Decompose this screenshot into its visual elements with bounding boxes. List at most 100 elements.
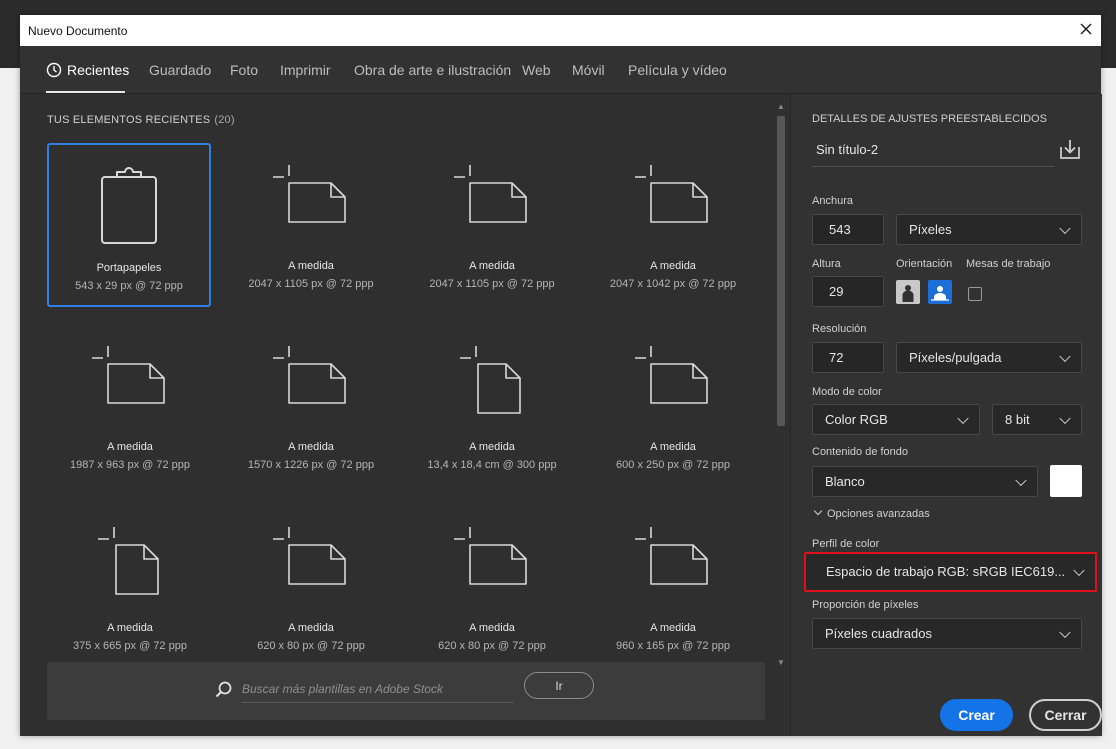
landscape-person-icon bbox=[931, 286, 949, 301]
preset-tile[interactable]: A medida 2047 x 1105 px @ 72 ppp bbox=[229, 143, 393, 307]
save-preset-icon[interactable] bbox=[1059, 138, 1081, 160]
artboards-label: Mesas de trabajo bbox=[966, 258, 1051, 270]
height-label: Altura bbox=[812, 258, 841, 270]
height-input[interactable]: 29 bbox=[812, 276, 884, 307]
landscape-doc-icon bbox=[273, 165, 346, 223]
tab-foto[interactable]: Foto bbox=[230, 62, 258, 78]
width-unit-select[interactable]: Píxeles bbox=[896, 214, 1082, 245]
tab-guardado[interactable]: Guardado bbox=[149, 62, 211, 78]
stock-search-input[interactable] bbox=[242, 676, 514, 703]
landscape-doc-icon bbox=[92, 346, 165, 404]
landscape-orientation-button[interactable] bbox=[928, 280, 952, 304]
preset-dims: 600 x 250 px @ 72 ppp bbox=[616, 459, 730, 471]
tab-obra-de-arte[interactable]: Obra de arte e ilustración bbox=[354, 62, 511, 78]
preset-tile[interactable]: Portapapeles 543 x 29 px @ 72 ppp bbox=[47, 143, 211, 307]
recent-panel: TUS ELEMENTOS RECIENTES (20) Portapapeles… bbox=[20, 94, 790, 736]
preset-dims: 543 x 29 px @ 72 ppp bbox=[75, 280, 183, 292]
chevron-down-icon bbox=[1059, 626, 1071, 638]
color-profile-select[interactable]: Espacio de trabajo RGB: sRGB IEC619... bbox=[804, 552, 1097, 592]
preset-dims: 960 x 165 px @ 72 ppp bbox=[616, 640, 730, 652]
background-select[interactable]: Blanco bbox=[812, 466, 1038, 497]
active-tab-indicator bbox=[46, 91, 125, 93]
orientation-label: Orientación bbox=[896, 258, 953, 270]
bit-depth-select[interactable]: 8 bit bbox=[992, 404, 1082, 435]
pixel-ratio-select[interactable]: Píxeles cuadrados bbox=[812, 618, 1082, 649]
preset-details-panel: DETALLES DE AJUSTES PREESTABLECIDOS Sin … bbox=[790, 94, 1102, 736]
chevron-down-icon bbox=[813, 506, 823, 516]
details-title: DETALLES DE AJUSTES PREESTABLECIDOS bbox=[812, 113, 1047, 125]
preset-dims: 1570 x 1226 px @ 72 ppp bbox=[247, 459, 375, 471]
landscape-doc-icon bbox=[635, 346, 708, 404]
advanced-options-toggle[interactable]: Opciones avanzadas bbox=[812, 506, 930, 520]
scroll-up-icon[interactable]: ▲ bbox=[777, 103, 785, 111]
landscape-doc-icon bbox=[454, 527, 527, 585]
tab-recientes[interactable]: Recientes bbox=[46, 62, 129, 78]
width-input[interactable]: 543 bbox=[812, 214, 884, 245]
preset-tile[interactable]: A medida 1987 x 963 px @ 72 ppp bbox=[48, 324, 212, 488]
landscape-doc-icon bbox=[635, 165, 708, 223]
preset-tile[interactable]: A medida 375 x 665 px @ 72 ppp bbox=[48, 505, 212, 669]
background-color-swatch[interactable] bbox=[1050, 465, 1082, 497]
tab-web[interactable]: Web bbox=[522, 62, 551, 78]
go-button[interactable]: Ir bbox=[524, 672, 594, 699]
resolution-label: Resolución bbox=[812, 323, 867, 335]
chevron-down-icon bbox=[1073, 564, 1085, 577]
color-mode-select[interactable]: Color RGB bbox=[812, 404, 980, 435]
preset-name: A medida bbox=[469, 622, 515, 634]
scroll-down-icon[interactable]: ▼ bbox=[777, 659, 785, 667]
color-mode-label: Modo de color bbox=[812, 386, 882, 398]
preset-dims: 1987 x 963 px @ 72 ppp bbox=[69, 459, 191, 471]
close-icon[interactable] bbox=[1079, 22, 1093, 36]
preset-dims: 2047 x 1042 px @ 72 ppp bbox=[609, 278, 737, 290]
tab-imprimir[interactable]: Imprimir bbox=[280, 62, 331, 78]
preset-name: Portapapeles bbox=[96, 262, 162, 274]
preset-name: A medida bbox=[107, 622, 153, 634]
preset-dims: 375 x 665 px @ 72 ppp bbox=[73, 640, 187, 652]
preset-tile[interactable]: A medida 960 x 165 px @ 72 ppp bbox=[591, 505, 755, 669]
preset-name: A medida bbox=[288, 260, 334, 272]
artboards-checkbox[interactable] bbox=[968, 287, 982, 301]
preset-dims: 13,4 x 18,4 cm @ 300 ppp bbox=[427, 459, 557, 471]
preset-tile[interactable]: A medida 2047 x 1105 px @ 72 ppp bbox=[410, 143, 574, 307]
recent-count: (20) bbox=[214, 114, 235, 126]
preset-tile[interactable]: A medida 620 x 80 px @ 72 ppp bbox=[410, 505, 574, 669]
new-document-dialog: Nuevo Documento Recientes Guardado Foto … bbox=[20, 15, 1102, 736]
recent-title: TUS ELEMENTOS RECIENTES (20) bbox=[47, 114, 235, 126]
preset-tile[interactable]: A medida 620 x 80 px @ 72 ppp bbox=[229, 505, 393, 669]
close-button[interactable]: Cerrar bbox=[1029, 699, 1102, 731]
portrait-orientation-button[interactable] bbox=[896, 280, 920, 304]
portrait-doc-icon bbox=[98, 527, 159, 595]
preset-dims: 620 x 80 px @ 72 ppp bbox=[257, 640, 365, 652]
search-icon bbox=[215, 681, 232, 698]
tab-pelicula-video[interactable]: Película y vídeo bbox=[628, 62, 727, 78]
width-label: Anchura bbox=[812, 195, 853, 207]
preset-name: A medida bbox=[288, 622, 334, 634]
dialog-title: Nuevo Documento bbox=[28, 24, 128, 38]
preset-name: A medida bbox=[107, 441, 153, 453]
preset-dims: 2047 x 1105 px @ 72 ppp bbox=[248, 278, 374, 290]
preset-dims: 620 x 80 px @ 72 ppp bbox=[438, 640, 546, 652]
landscape-doc-icon bbox=[635, 527, 708, 585]
landscape-doc-icon bbox=[273, 346, 346, 404]
document-name-field[interactable]: Sin título-2 bbox=[816, 142, 878, 157]
preset-tile[interactable]: A medida 2047 x 1042 px @ 72 ppp bbox=[591, 143, 755, 307]
preset-name: A medida bbox=[650, 441, 696, 453]
landscape-doc-icon bbox=[273, 527, 346, 585]
stock-search-bar: Ir bbox=[47, 662, 765, 720]
tab-movil[interactable]: Móvil bbox=[572, 62, 605, 78]
resolution-unit-select[interactable]: Píxeles/pulgada bbox=[896, 342, 1082, 373]
preset-dims: 2047 x 1105 px @ 72 ppp bbox=[429, 278, 555, 290]
portrait-person-icon bbox=[902, 285, 914, 302]
preset-tile[interactable]: A medida 13,4 x 18,4 cm @ 300 ppp bbox=[410, 324, 574, 488]
pixel-ratio-label: Proporción de píxeles bbox=[812, 599, 919, 611]
create-button[interactable]: Crear bbox=[940, 699, 1013, 731]
preset-tile[interactable]: A medida 600 x 250 px @ 72 ppp bbox=[591, 324, 755, 488]
chevron-down-icon bbox=[957, 412, 969, 424]
preset-name: A medida bbox=[469, 441, 515, 453]
preset-name: A medida bbox=[650, 622, 696, 634]
resolution-input[interactable]: 72 bbox=[812, 342, 884, 373]
preset-tile[interactable]: A medida 1570 x 1226 px @ 72 ppp bbox=[229, 324, 393, 488]
scrollbar-thumb[interactable] bbox=[777, 116, 785, 426]
chevron-down-icon bbox=[1059, 412, 1071, 424]
tab-label: Recientes bbox=[67, 62, 130, 78]
